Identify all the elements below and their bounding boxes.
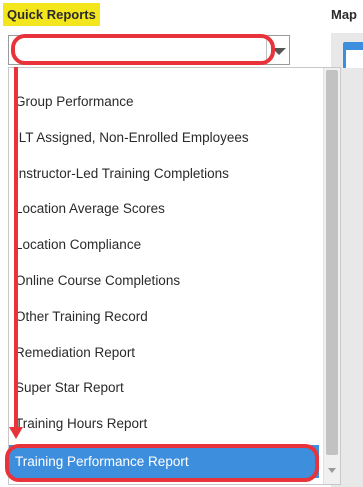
map-panel-widget xyxy=(343,42,363,68)
dropdown-list: Group Performance ILT Assigned, Non-Enro… xyxy=(9,84,319,478)
selected-option-annotation-highlight xyxy=(5,444,319,482)
scroll-down-arrow-icon[interactable] xyxy=(328,468,336,473)
dropdown-option-location-average-scores[interactable]: Location Average Scores xyxy=(9,191,319,227)
dropdown-option-location-compliance[interactable]: Location Compliance xyxy=(9,227,319,263)
dropdown-option-ilt-assigned[interactable]: ILT Assigned, Non-Enrolled Employees xyxy=(9,120,319,156)
map-label: Map xyxy=(331,7,357,22)
dropdown-option-instructor-led[interactable]: Instructor-Led Training Completions xyxy=(9,156,319,192)
dropdown-option-super-star-report[interactable]: Super Star Report xyxy=(9,370,319,406)
dropdown-option-remediation-report[interactable]: Remediation Report xyxy=(9,335,319,371)
dropdown-option-online-course-completions[interactable]: Online Course Completions xyxy=(9,263,319,299)
dropdown-option-group-performance[interactable]: Group Performance xyxy=(9,84,319,120)
annotation-arrow-line xyxy=(14,67,18,429)
dropdown-scrollbar[interactable] xyxy=(323,68,340,484)
scrollbar-thumb[interactable] xyxy=(326,70,338,455)
dropdown-option-other-training-record[interactable]: Other Training Record xyxy=(9,299,319,335)
quick-reports-label: Quick Reports xyxy=(3,3,100,26)
annotation-arrow-head-icon xyxy=(9,427,23,439)
quick-reports-dropdown[interactable]: Group Performance ILT Assigned, Non-Enro… xyxy=(8,67,341,485)
select-annotation-highlight xyxy=(11,34,275,65)
dropdown-option-training-hours-report[interactable]: Training Hours Report xyxy=(9,406,319,442)
